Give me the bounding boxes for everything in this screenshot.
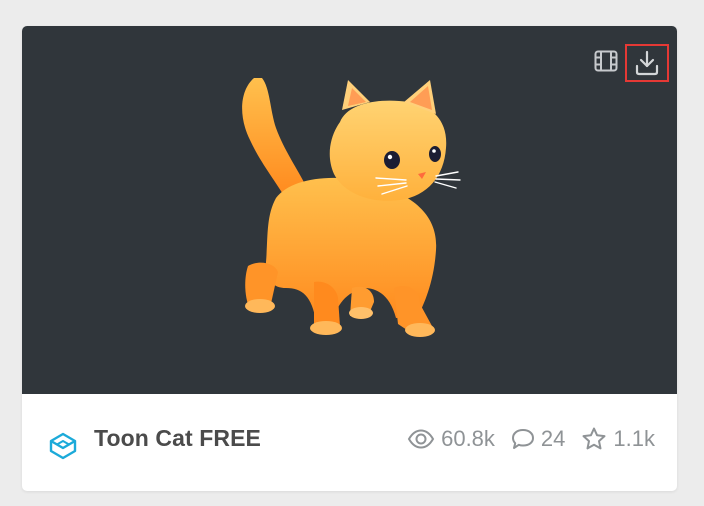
model-title[interactable]: Toon Cat FREE — [94, 425, 261, 452]
model-card[interactable]: Toon Cat FREE 60.8k 24 1.1k — [22, 26, 677, 491]
model-thumbnail[interactable] — [22, 26, 677, 394]
eye-icon — [407, 429, 435, 449]
star-icon[interactable] — [581, 426, 607, 452]
likes-count: 1.1k — [613, 426, 655, 451]
sketchfab-icon[interactable] — [49, 432, 77, 460]
views-count: 60.8k — [441, 426, 495, 451]
views-stat: 60.8k — [407, 426, 495, 452]
card-footer: Toon Cat FREE 60.8k 24 1.1k — [22, 394, 677, 491]
download-button[interactable] — [625, 44, 669, 82]
comment-icon — [511, 429, 534, 449]
comments-count: 24 — [540, 426, 566, 451]
cat-model-image — [242, 78, 461, 337]
film-strip-icon[interactable] — [593, 48, 619, 74]
comments-stat: 24 — [511, 426, 565, 452]
model-stats: 60.8k 24 1.1k — [407, 426, 655, 452]
download-icon — [635, 50, 659, 76]
likes-stat[interactable]: 1.1k — [581, 426, 655, 452]
